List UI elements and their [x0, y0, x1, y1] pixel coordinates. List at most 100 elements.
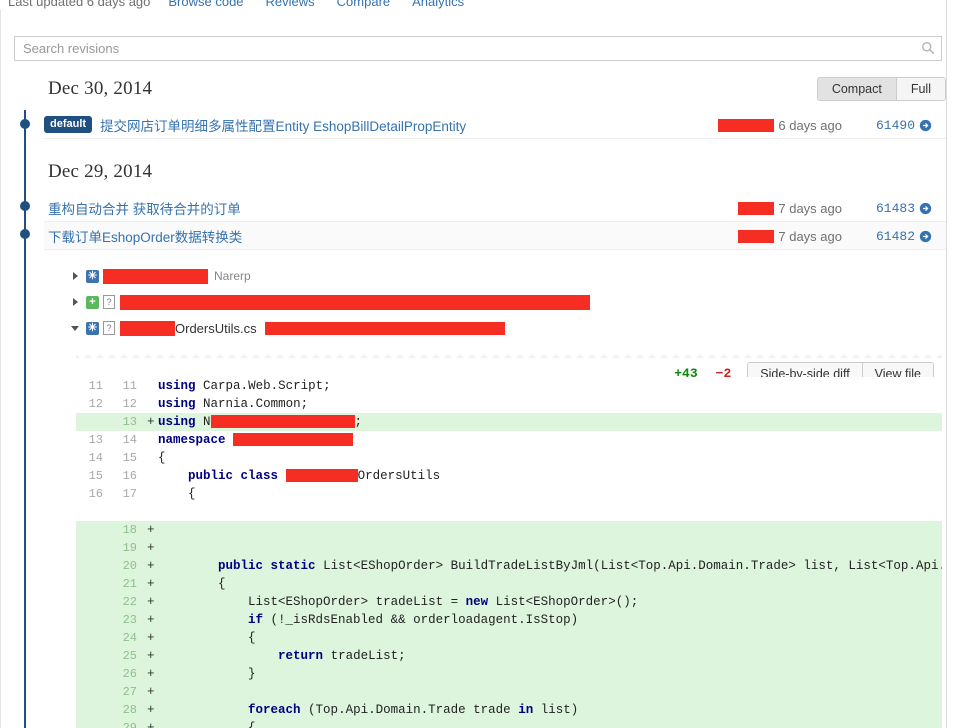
diff-old-line-number: 12	[88, 397, 103, 411]
diff-new-line-number: 29	[122, 721, 137, 728]
diff-new-line-number: 18	[122, 523, 137, 537]
diff-line: 12 12 using Narnia.Common;	[76, 395, 942, 413]
page-left-border	[0, 10, 1, 728]
diff-change-marker: +	[147, 649, 155, 663]
date-heading: Dec 30, 2014	[48, 78, 153, 99]
last-updated-text: Last updated 6 days ago	[8, 0, 151, 9]
diff-line: 28 + foreach (Top.Api.Domain.Trade trade …	[76, 701, 942, 719]
diff-block-spacer	[76, 503, 942, 521]
diff-line-text: foreach (Top.Api.Domain.Trade trade in l…	[248, 703, 579, 717]
commit-message[interactable]: 提交网店订单明细多属性配置Entity EshopBillDetailPropE…	[100, 115, 466, 135]
diff-new-line-number: 13	[122, 415, 137, 429]
diff-line: 21 + {	[76, 575, 942, 593]
diff-new-line-number: 27	[122, 685, 137, 699]
diff-line-text: if (!_isRdsEnabled && orderloadagent.IsS…	[248, 613, 579, 627]
commit-row[interactable]: default 提交网店订单明细多属性配置Entity EshopBillDet…	[44, 111, 946, 139]
diff-line: 16 17 {	[76, 485, 942, 503]
diff-line: 15 16 public class OrdersUtils	[76, 467, 942, 485]
timeline-dot	[20, 229, 30, 239]
file-tree-suffix: Narerp	[214, 269, 251, 283]
commit-revision[interactable]: 61483	[876, 201, 915, 216]
unknown-file-icon: ?	[103, 295, 115, 309]
diff-new-line-number: 16	[122, 469, 137, 483]
timeline-dot	[20, 201, 30, 211]
view-mode-full-button[interactable]: Full	[895, 78, 945, 100]
modified-icon: ✳	[86, 269, 99, 283]
diff-line: 23 + if (!_isRdsEnabled && orderloadagent…	[76, 611, 942, 629]
page-outer-margin	[947, 0, 972, 728]
chevron-right-icon[interactable]	[70, 270, 82, 282]
file-tree-row[interactable]: ✳ Narerp	[70, 265, 251, 287]
diff-new-line-number: 17	[122, 487, 137, 501]
commit-row[interactable]: 下载订单EshopOrder数据转换类 7 days ago 61482	[44, 222, 946, 250]
diff-line-text: {	[158, 721, 256, 728]
arrow-right-circle-icon[interactable]	[919, 202, 932, 215]
diff-new-line-number: 12	[122, 397, 137, 411]
nav-link-compare[interactable]: Compare	[337, 0, 390, 9]
diff-change-marker: +	[147, 667, 155, 681]
nav-link-analytics[interactable]: Analytics	[412, 0, 464, 9]
branch-badge[interactable]: default	[44, 116, 93, 133]
author-redaction	[718, 118, 775, 132]
diff-line: 27 +	[76, 683, 942, 701]
diff-change-marker: +	[147, 559, 155, 573]
diff-line-text: {	[158, 451, 166, 465]
view-mode-compact-button[interactable]: Compact	[817, 78, 896, 100]
search-input[interactable]	[14, 36, 942, 61]
commit-message[interactable]: 重构自动合并 获取待合并的订单	[48, 198, 241, 218]
commit-row[interactable]: 重构自动合并 获取待合并的订单 7 days ago 61483	[44, 194, 946, 222]
author-redaction	[738, 201, 775, 215]
commit-meta: 6 days ago 61490	[718, 111, 946, 139]
diff-new-line-number: 15	[122, 451, 137, 465]
file-tree-row[interactable]: + ?	[70, 291, 590, 313]
chevron-down-icon[interactable]	[70, 322, 82, 334]
file-meta-redaction	[264, 321, 505, 335]
diff-change-marker: +	[147, 541, 155, 555]
code-redaction	[210, 415, 355, 429]
diff-change-marker: +	[147, 613, 155, 627]
diff-line: 20 + public static List<EShopOrder> Build…	[76, 557, 942, 575]
code-redaction	[285, 469, 358, 483]
chevron-right-icon[interactable]	[70, 296, 82, 308]
file-path-redaction	[120, 320, 175, 336]
diff-change-marker: +	[147, 595, 155, 609]
diff-change-marker: +	[147, 415, 155, 429]
date-heading: Dec 29, 2014	[48, 161, 153, 182]
diff-line: 18 +	[76, 521, 942, 539]
diff-line: 14 15 {	[76, 449, 942, 467]
diff-line: 26 + }	[76, 665, 942, 683]
commit-timestamp: 7 days ago	[778, 200, 842, 216]
diff-line: 11 11 using Carpa.Web.Script;	[76, 377, 942, 395]
commit-message[interactable]: 下载订单EshopOrder数据转换类	[48, 226, 242, 246]
diff-change-marker: +	[147, 577, 155, 591]
diff-line: 29 + {	[76, 719, 942, 728]
modified-icon: ✳	[86, 321, 99, 335]
diff-line-text: return tradeList;	[278, 649, 406, 663]
diff-line-text: List<EShopOrder> tradeList = new List<ES…	[248, 595, 639, 609]
diff-old-line-number: 13	[88, 433, 103, 447]
timeline-dot	[20, 119, 30, 129]
arrow-right-circle-icon[interactable]	[919, 230, 932, 243]
top-nav: Last updated 6 days ago Browse code Revi…	[0, 0, 972, 11]
commit-revision[interactable]: 61482	[876, 229, 915, 244]
diff-new-line-number: 19	[122, 541, 137, 555]
file-path-redaction	[103, 268, 208, 284]
diff-change-marker: +	[147, 685, 155, 699]
diff-old-line-number: 14	[88, 451, 103, 465]
diff-line: 13 + using N;	[76, 413, 942, 431]
commit-timestamp: 6 days ago	[778, 117, 842, 133]
unknown-file-icon: ?	[103, 321, 115, 335]
nav-link-reviews[interactable]: Reviews	[266, 0, 315, 9]
diff-old-line-number: 11	[88, 379, 103, 393]
diff-new-line-number: 24	[122, 631, 137, 645]
nav-link-browse-code[interactable]: Browse code	[168, 0, 243, 9]
diff-line: 13 14 namespace	[76, 431, 942, 449]
diff-line: 19 +	[76, 539, 942, 557]
commit-revision[interactable]: 61490	[876, 118, 915, 133]
diff-line-text: public static List<EShopOrder> BuildTrad…	[218, 559, 942, 573]
diff-code-area[interactable]: 11 11 using Carpa.Web.Script; 12 12 using Nar…	[76, 377, 942, 728]
arrow-right-circle-icon[interactable]	[919, 119, 932, 132]
file-name[interactable]: OrdersUtils.cs	[175, 321, 257, 336]
file-tree-row[interactable]: ✳ ? OrdersUtils.cs	[70, 317, 505, 339]
diff-new-line-number: 20	[122, 559, 137, 573]
